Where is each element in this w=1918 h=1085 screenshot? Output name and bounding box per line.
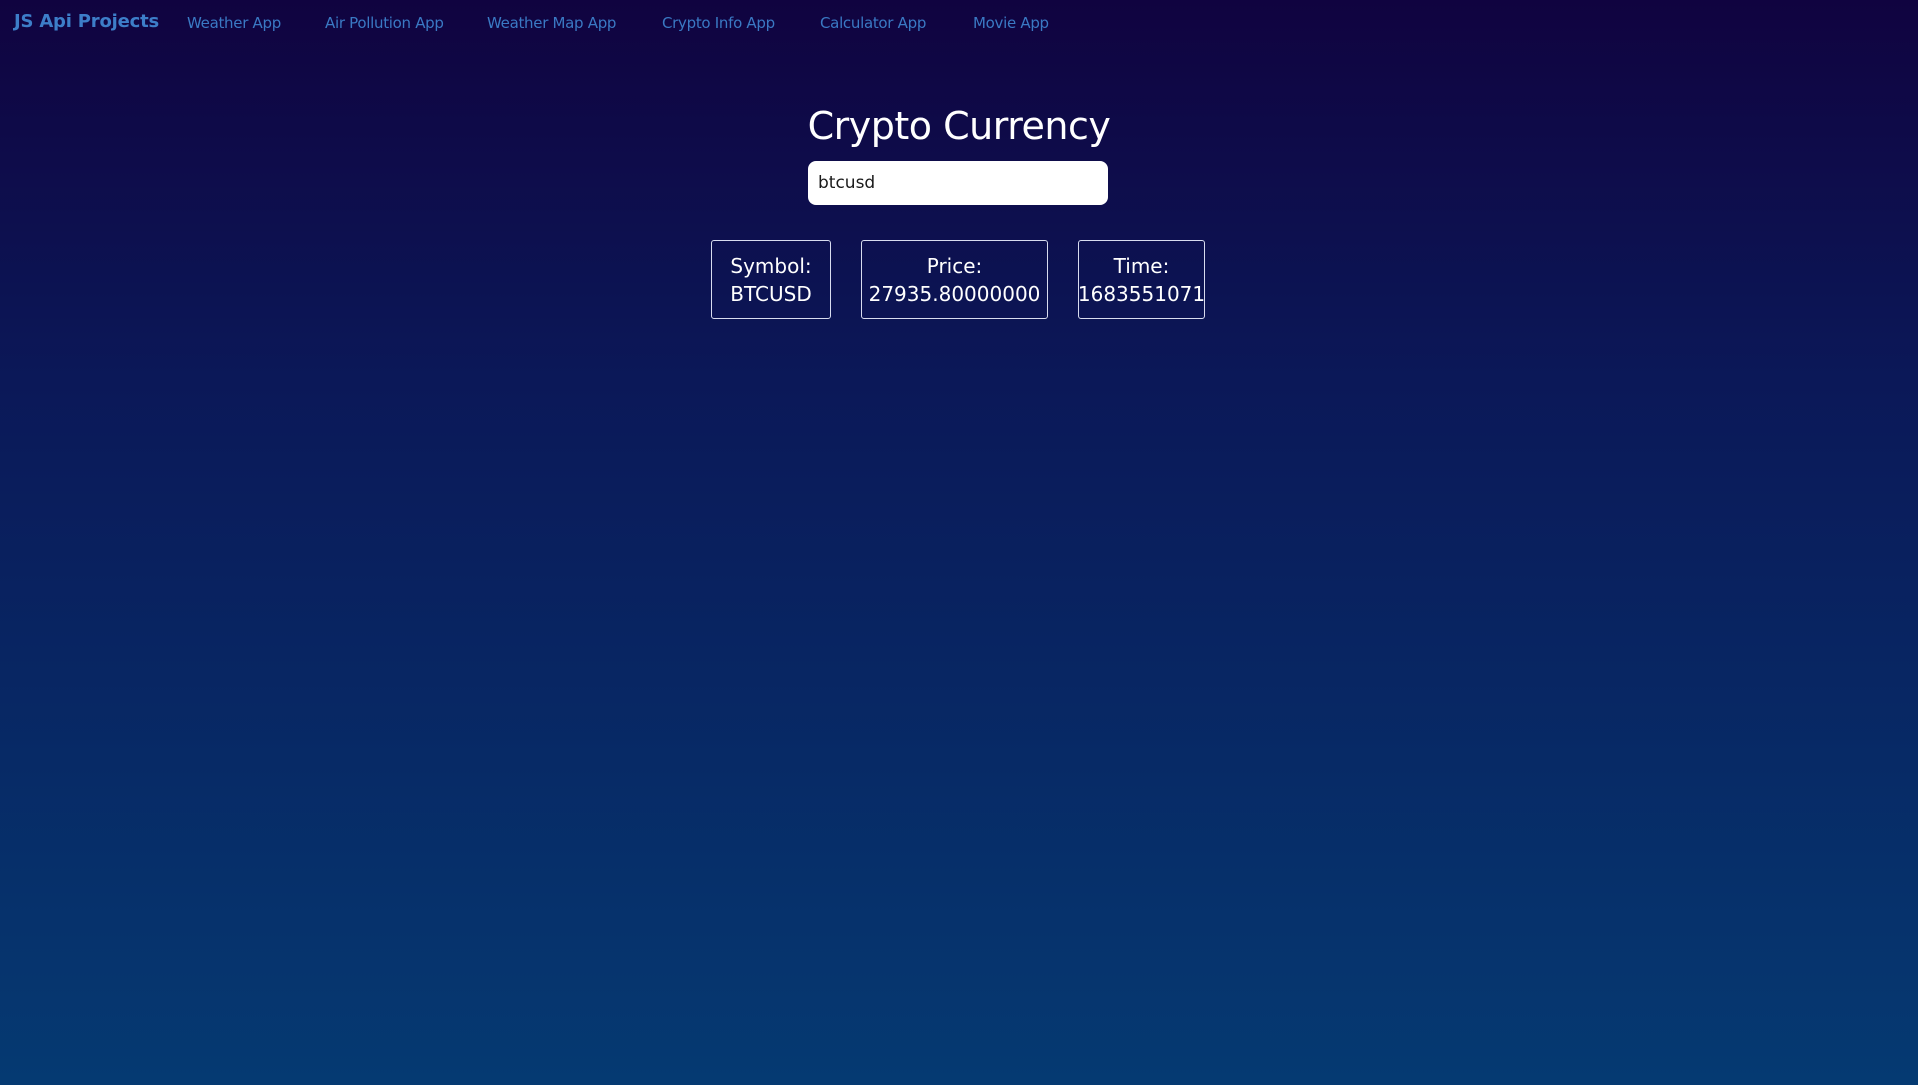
crypto-search-input[interactable] — [808, 161, 1108, 205]
nav-link-air-pollution-app[interactable]: Air Pollution App — [325, 14, 444, 32]
time-value: 1683551071 — [1077, 281, 1206, 306]
page-title: Crypto Currency — [807, 104, 1111, 148]
time-card: Time: 1683551071 — [1078, 240, 1205, 319]
price-value: 27935.80000000 — [868, 281, 1041, 306]
brand-link[interactable]: JS Api Projects — [14, 11, 159, 32]
navbar: JS Api Projects Weather App Air Pollutio… — [0, 0, 1918, 48]
nav-link-movie-app[interactable]: Movie App — [973, 14, 1049, 32]
symbol-label: Symbol: — [730, 253, 812, 278]
price-label: Price: — [926, 253, 983, 278]
price-card: Price: 27935.80000000 — [861, 240, 1048, 319]
nav-link-weather-map-app[interactable]: Weather Map App — [487, 14, 616, 32]
time-label: Time: — [1113, 253, 1170, 278]
symbol-value: BTCUSD — [730, 281, 812, 306]
nav-link-weather-app[interactable]: Weather App — [187, 14, 281, 32]
nav-link-calculator-app[interactable]: Calculator App — [820, 14, 926, 32]
symbol-card: Symbol: BTCUSD — [711, 240, 831, 319]
nav-link-crypto-info-app[interactable]: Crypto Info App — [662, 14, 775, 32]
